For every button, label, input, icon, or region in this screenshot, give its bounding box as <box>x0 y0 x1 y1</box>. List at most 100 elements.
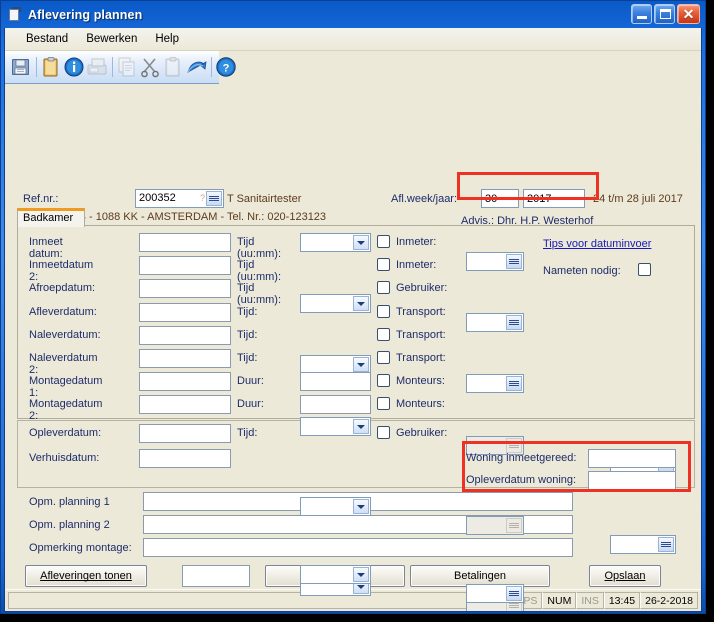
nameten-label: Nameten nodig: <box>543 265 621 277</box>
oplever-tijd-dropdown[interactable] <box>300 565 371 584</box>
week-label: Afl.week/jaar: <box>391 193 458 205</box>
oplever-gebruiker-checkbox[interactable] <box>377 426 390 439</box>
tips-datuminvoer-link[interactable]: Tips voor datuminvoer <box>543 238 651 250</box>
row-person3-lookup-button[interactable] <box>658 537 674 552</box>
paste-clipboard-icon <box>162 54 184 80</box>
chevron-down-icon[interactable] <box>353 357 369 372</box>
row-date-input[interactable] <box>139 372 231 391</box>
row-person-lookup-button[interactable] <box>506 315 522 330</box>
oplever-gebruiker-lookup[interactable] <box>466 584 524 603</box>
row-time-label: Tijd (uu:mm): <box>237 236 281 260</box>
ref-lookup[interactable]: 200352 ? <box>135 189 224 208</box>
row-checkbox[interactable] <box>377 281 390 294</box>
afleveringen-tonen-button[interactable]: Afleveringen tonen <box>25 565 147 587</box>
row-checkbox[interactable] <box>377 305 390 318</box>
row-person-lookup-button[interactable] <box>506 376 522 391</box>
status-ins: INS <box>576 592 604 609</box>
chevron-down-icon[interactable] <box>353 567 369 582</box>
row-time-dropdown[interactable] <box>300 497 371 516</box>
status-date: 26-2-2018 <box>640 592 698 609</box>
row-date-input[interactable] <box>139 256 231 275</box>
oplever-tijd-label: Tijd: <box>237 427 258 439</box>
week-range: 24 t/m 28 juli 2017 <box>593 193 683 205</box>
row-time-label: Duur: <box>237 375 264 387</box>
opmerking-montage-input[interactable] <box>143 538 573 557</box>
row-time-dropdown[interactable] <box>300 294 371 313</box>
maximize-button[interactable] <box>654 4 675 24</box>
row-date-label: Afleverdatum: <box>29 306 97 318</box>
row-person3-lookup[interactable] <box>610 535 676 554</box>
nameten-checkbox[interactable] <box>637 263 651 276</box>
undo-arrow-icon[interactable] <box>185 54 207 80</box>
opleverdatum-input[interactable] <box>139 424 231 443</box>
app-window: Aflevering plannen ✕ Bestand Bewerken He… <box>0 0 706 614</box>
row-date-label: Inmeetdatum 2: <box>29 259 94 283</box>
count-input[interactable] <box>182 565 250 587</box>
row-date-input[interactable] <box>139 233 231 252</box>
close-button[interactable]: ✕ <box>677 4 700 24</box>
menu-help[interactable]: Help <box>146 31 188 47</box>
ref-lookup-button[interactable] <box>206 191 222 206</box>
row-time-label: Tijd (uu:mm): <box>237 259 281 283</box>
row-date-label: Naleverdatum: <box>29 329 101 341</box>
ref-hint: ? <box>200 193 206 203</box>
scissors-cut-icon[interactable] <box>139 54 161 80</box>
row-person-lookup-button[interactable] <box>506 254 522 269</box>
row-checkbox[interactable] <box>377 258 390 271</box>
row-checkbox[interactable] <box>377 351 390 364</box>
menu-bewerken[interactable]: Bewerken <box>77 31 146 47</box>
row-date-input[interactable] <box>139 303 231 322</box>
row-date-label: Inmeet datum: <box>29 236 63 260</box>
row-person-label: Monteurs: <box>396 398 445 410</box>
row-date-label: Montagedatum 1: <box>29 375 103 399</box>
row-time-label: Tijd (uu:mm): <box>237 282 281 306</box>
afleveringen-tonen-label: Afleveringen tonen <box>40 570 132 582</box>
row-time-dropdown[interactable] <box>300 233 371 252</box>
row-person-lookup[interactable] <box>466 313 524 332</box>
row-checkbox[interactable] <box>377 374 390 387</box>
oplever-gebruiker-lookup-button[interactable] <box>506 586 522 601</box>
opleverdatum-woning-label: Opleverdatum woning: <box>466 474 577 486</box>
row-duur-input[interactable] <box>300 395 371 414</box>
chevron-down-icon[interactable] <box>353 235 369 250</box>
minimize-button[interactable] <box>631 4 652 24</box>
chevron-down-icon[interactable] <box>353 419 369 434</box>
status-num: NUM <box>542 592 577 609</box>
window-title: Aflevering plannen <box>28 7 143 22</box>
oplever-gebruiker-label: Gebruiker: <box>396 427 448 439</box>
help-question-icon[interactable]: ? <box>215 54 237 80</box>
row-time-label: Tijd: <box>237 306 258 318</box>
row-time-label: Tijd: <box>237 329 258 341</box>
row-time-label: Duur: <box>237 398 264 410</box>
row-person-lookup[interactable] <box>466 374 524 393</box>
row-person-label: Transport: <box>396 352 446 364</box>
row-person-lookup-button[interactable] <box>506 518 522 533</box>
row-date-input[interactable] <box>139 326 231 345</box>
row-checkbox[interactable] <box>377 328 390 341</box>
woning-inmeetgereed-label: Woning inmeetgereed: <box>466 452 577 464</box>
row-checkbox[interactable] <box>377 397 390 410</box>
row-checkbox[interactable] <box>377 235 390 248</box>
row-person-label: Transport: <box>396 306 446 318</box>
row-date-input[interactable] <box>139 395 231 414</box>
chevron-down-icon[interactable] <box>353 499 369 514</box>
document-window-icon <box>7 6 23 23</box>
row-date-input[interactable] <box>139 349 231 368</box>
row-duur-input[interactable] <box>300 372 371 391</box>
year-input[interactable] <box>523 189 585 208</box>
fax-icon <box>86 54 108 80</box>
opslaan-button[interactable]: Opslaan <box>589 565 661 587</box>
schedule-rows: Inmeet datum: Tijd (uu:mm): Inmeter: Inmeet… <box>5 28 676 611</box>
week-input[interactable] <box>481 189 519 208</box>
opleverdatum-woning-input[interactable] <box>588 471 676 490</box>
customer-name: T Sanitairtester <box>227 193 302 205</box>
woning-inmeetgereed-input[interactable] <box>588 449 676 468</box>
betalingen-label: Betalingen <box>454 570 506 582</box>
row-date-input[interactable] <box>139 279 231 298</box>
row-person-lookup[interactable] <box>466 516 524 535</box>
row-time-dropdown[interactable] <box>300 417 371 436</box>
chevron-down-icon[interactable] <box>353 296 369 311</box>
row-person-lookup-button[interactable] <box>506 438 522 453</box>
verhuisdatum-input[interactable] <box>139 449 231 468</box>
row-person-lookup[interactable] <box>466 252 524 271</box>
